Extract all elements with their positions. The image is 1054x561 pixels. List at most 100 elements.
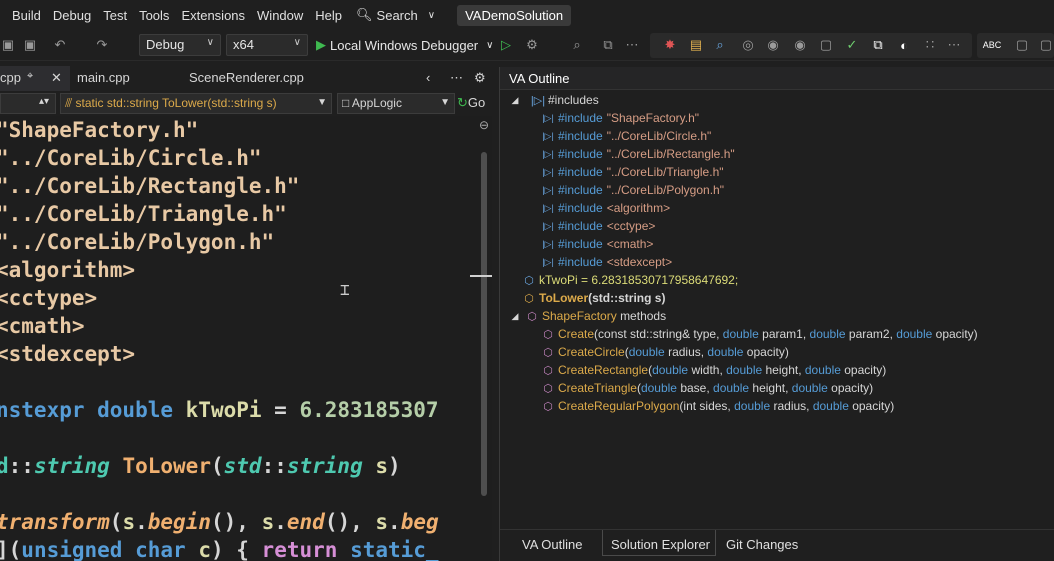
va-refs-icon[interactable]: ◎ (740, 37, 756, 53)
va-outline-icon[interactable]: ▢ (818, 37, 834, 53)
menu-help[interactable]: Help (303, 8, 342, 23)
code-line: ](unsigned char c) { return static_ (0, 538, 439, 561)
text-cursor-icon: ⌶ (340, 280, 350, 299)
more-icon[interactable]: ⋯ (946, 37, 962, 53)
settings-icon[interactable]: ⚙ (474, 70, 486, 86)
method-item[interactable]: ⬡ CreateRegularPolygon (int sides, double … (541, 397, 894, 415)
method-param-part: opacity) (932, 327, 978, 341)
menu-test[interactable]: Test (91, 8, 127, 23)
va-find-symbol-icon[interactable]: ⌕ (712, 37, 728, 53)
menu-debug[interactable]: Debug (41, 8, 91, 23)
chevron-down-icon: ∨ (427, 9, 436, 21)
menu-tools[interactable]: Tools (127, 8, 169, 23)
va-copy-icon[interactable]: ⧉ (870, 37, 886, 53)
find-files-icon[interactable]: ⌕ (569, 37, 585, 53)
tab-git-changes[interactable]: Git Changes (722, 535, 802, 554)
va-open-file-icon[interactable]: ▤ (688, 37, 704, 53)
collapse-icon[interactable]: ◢ (508, 93, 522, 107)
abc-spell-icon[interactable]: ABC (983, 37, 1002, 53)
include-item[interactable]: |▷| #include "../CoreLib/Polygon.h" (541, 181, 724, 199)
more-tabs-icon[interactable]: ⋯ (450, 70, 463, 86)
scroll-tabs-left-icon[interactable]: ‹ (426, 70, 430, 85)
tab-main-cpp[interactable]: main.cpp (77, 70, 130, 85)
method-item[interactable]: ⬡ CreateTriangle(double base, double heig… (541, 379, 873, 397)
window-icon[interactable]: ⧉ (600, 37, 616, 53)
method-param-part: double (652, 363, 689, 377)
include-keyword: #include (558, 219, 603, 233)
tree-node-tolower[interactable]: ⬡ ToLower (std::string s) (522, 289, 665, 307)
start-without-debugging-icon[interactable]: ▷ (498, 37, 514, 53)
method-param-part: double (812, 399, 849, 413)
include-icon: |▷| (530, 94, 546, 107)
tab-current-file[interactable]: cpp ⌖ ✕ (0, 66, 70, 91)
menu-build[interactable]: Build (0, 8, 41, 23)
method-item[interactable]: ⬡ CreateRectangle(double width, double he… (541, 361, 886, 379)
include-item[interactable]: |▷| #include <cmath> (541, 235, 653, 253)
platform-value: x64 (233, 37, 254, 52)
project-dropdown[interactable]: □ AppLogic ▼ (337, 93, 455, 114)
start-debugger-button[interactable]: ▶ Local Windows Debugger ∨ (316, 37, 493, 53)
include-item[interactable]: |▷| #include "../CoreLib/Circle.h" (541, 127, 711, 145)
go-button[interactable]: ↻Go (457, 95, 485, 111)
navigation-bar: ▴▾ ⫻ static std::string ToLower(std::str… (0, 92, 492, 116)
va-toggle-icon[interactable]: ◐ (896, 37, 912, 53)
split-icon[interactable]: ⊖ (479, 118, 489, 132)
va-bug-icon[interactable]: ✸ (662, 37, 678, 53)
code-line: "../CoreLib/Rectangle.h" (0, 174, 300, 198)
include-item[interactable]: |▷| #include <algorithm> (541, 199, 670, 217)
attach-icon[interactable]: ⚙ (524, 37, 540, 53)
include-item[interactable]: |▷| #include "../CoreLib/Rectangle.h" (541, 145, 734, 163)
va-spell-check-icon[interactable]: ✓ (844, 37, 860, 53)
toolbar: ▣ ▣ ↶ ↷ Debug ∨ x64 ∨ ▶ Local Windows De… (0, 30, 1054, 61)
scrollbar-thumb[interactable] (481, 152, 487, 496)
va-grid-icon[interactable]: ∷ (922, 37, 938, 53)
comment-icon[interactable]: ▢ (1014, 37, 1030, 53)
tab-scenerenderer-cpp[interactable]: SceneRenderer.cpp (189, 70, 304, 85)
undo-icon[interactable]: ↶ (52, 37, 68, 53)
va-goto-icon[interactable]: ◉ (792, 37, 808, 53)
pin-icon[interactable]: ⌖ (27, 70, 33, 83)
solution-name-badge[interactable]: VADemoSolution (457, 4, 572, 26)
code-line: "../CoreLib/Circle.h" (0, 146, 262, 170)
refresh-icon: ↻ (457, 95, 468, 110)
editor-tab-strip: cpp ⌖ ✕ main.cpp SceneRenderer.cpp ‹ ⋯ ⚙ (0, 66, 492, 91)
chevron-down-icon: ▼ (317, 97, 327, 108)
save-icon[interactable]: ▣ (0, 37, 16, 53)
code-line: nstexpr double kTwoPi = 6.283185307 (0, 398, 439, 422)
code-editor[interactable]: "ShapeFactory.h" "../CoreLib/Circle.h" "… (0, 116, 478, 561)
redo-icon[interactable]: ↷ (94, 37, 110, 53)
variable-icon: ⬡ (524, 274, 534, 287)
method-item[interactable]: ⬡ CreateCircle(double radius, double opac… (541, 343, 789, 361)
include-path: <cmath> (606, 237, 654, 251)
member-dropdown[interactable]: ⫻ static std::string ToLower(std::string… (60, 93, 332, 114)
tab-solution-explorer[interactable]: Solution Explorer (602, 530, 716, 556)
platform-dropdown[interactable]: x64 ∨ (226, 34, 308, 56)
close-icon[interactable]: ✕ (51, 70, 62, 86)
include-item[interactable]: |▷| #include "../CoreLib/Triangle.h" (541, 163, 723, 181)
method-param-part: base, (676, 381, 714, 395)
uncomment-icon[interactable]: ▢ (1038, 37, 1054, 53)
more-icon[interactable]: ⋯ (624, 37, 640, 53)
method-item[interactable]: ⬡ Create (const std::string & type, double … (541, 325, 978, 343)
collapse-icon[interactable]: ◢ (508, 309, 522, 323)
search-button[interactable]: 🔍︎ Search ∨ (356, 7, 435, 23)
editor-scrollbar[interactable]: ⊖ (470, 116, 492, 561)
configuration-dropdown[interactable]: Debug ∨ (139, 34, 221, 56)
include-item[interactable]: |▷| #include "ShapeFactory.h" (541, 109, 699, 127)
include-item[interactable]: |▷| #include <stdexcept> (541, 253, 672, 271)
va-target-icon[interactable]: ◉ (765, 37, 781, 53)
chevron-down-icon: ∨ (206, 37, 214, 48)
tree-node-includes[interactable]: ◢ |▷| #includes (508, 91, 599, 109)
tree-node-shapefactory[interactable]: ◢ ⬡ ShapeFactory methods (508, 307, 667, 325)
scope-dropdown[interactable]: ▴▾ (0, 93, 56, 114)
menu-window[interactable]: Window (245, 8, 303, 23)
tree-node-variable[interactable]: ⬡ kTwoPi = 6.28318530717958647692; (522, 271, 738, 289)
save-all-icon[interactable]: ▣ (22, 37, 38, 53)
include-item[interactable]: |▷| #include <cctype> (541, 217, 655, 235)
include-keyword: #include (558, 147, 603, 161)
menu-extensions[interactable]: Extensions (169, 8, 245, 23)
include-icon: |▷| (542, 166, 554, 177)
node-label: #includes (548, 93, 599, 107)
tab-va-outline[interactable]: VA Outline (518, 535, 586, 554)
